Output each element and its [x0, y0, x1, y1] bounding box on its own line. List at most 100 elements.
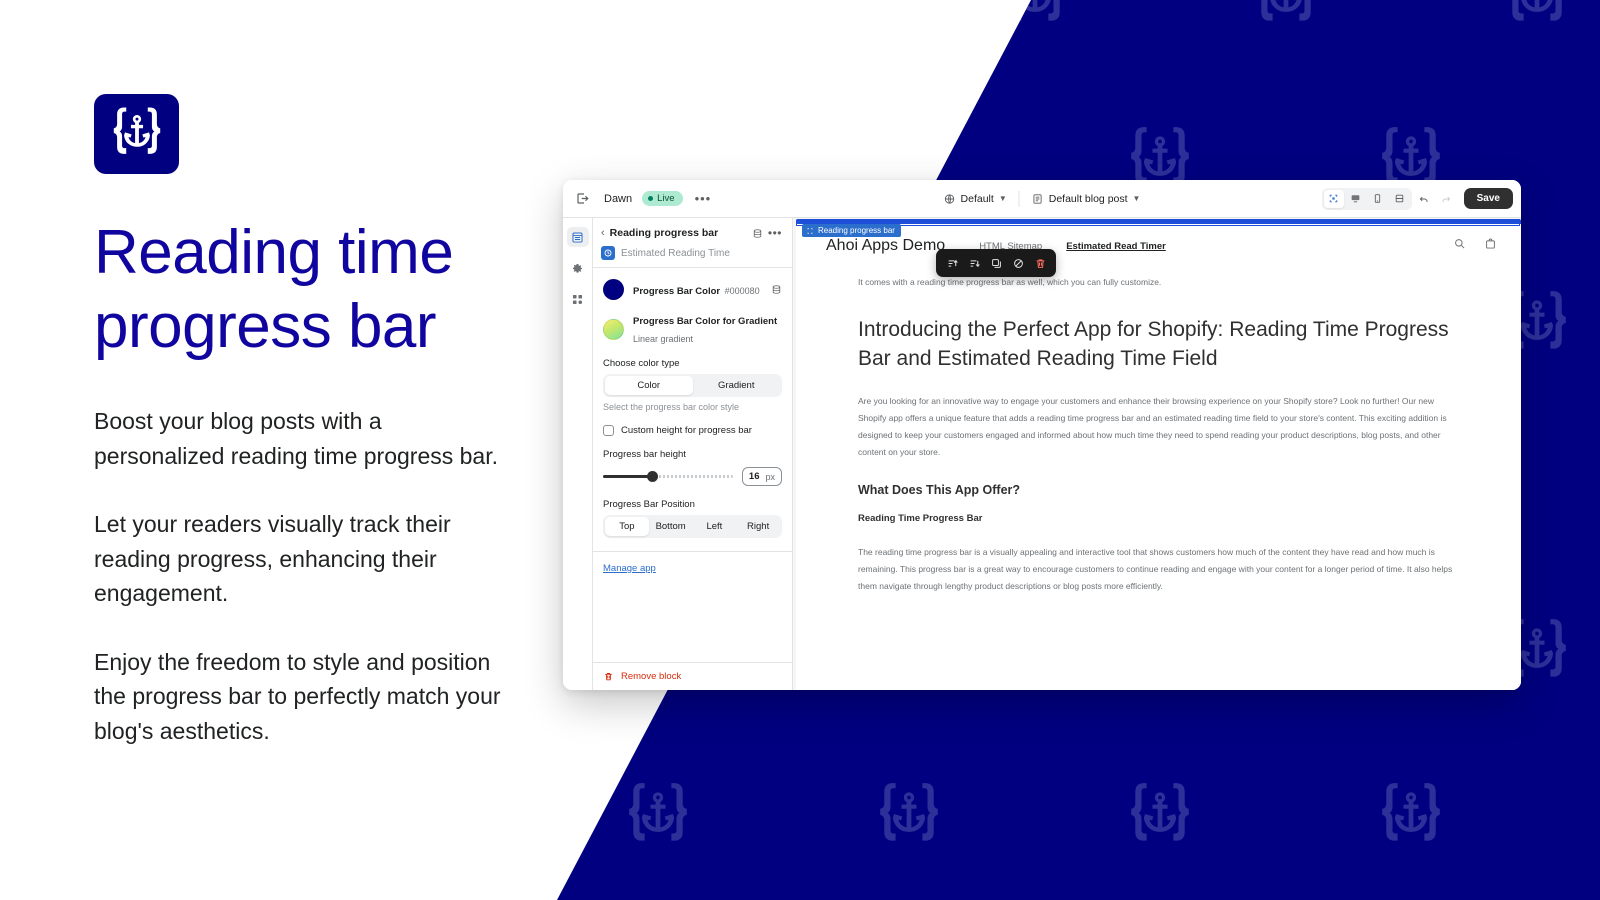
hide-icon[interactable] [1008, 254, 1028, 272]
height-slider[interactable] [603, 471, 733, 482]
save-button[interactable]: Save [1463, 188, 1513, 209]
chevron-left-icon[interactable]: ‹ [601, 227, 605, 239]
slider-handle[interactable] [647, 471, 659, 482]
headline-line-2: progress bar [94, 292, 437, 361]
nav-link-estimated-read-timer[interactable]: Estimated Read Timer [1066, 241, 1166, 252]
panel-title: Reading progress bar [609, 227, 719, 239]
editor-sidebar-rail [563, 218, 593, 690]
headline-line-1: Reading time [94, 218, 454, 287]
setting-value: Linear gradient [633, 334, 694, 344]
live-dot-icon [648, 196, 654, 201]
viewport-switcher [1321, 187, 1412, 210]
anchor-braces-watermark [1002, 0, 1068, 32]
undo-icon[interactable] [1414, 189, 1434, 209]
editor-topbar: Dawn Live ••• Default ▼ Default blog pos… [563, 180, 1521, 218]
anchor-braces-watermark [1127, 780, 1193, 852]
database-icon[interactable] [771, 284, 782, 295]
anchor-braces-watermark [876, 780, 942, 852]
move-up-icon[interactable] [942, 254, 962, 272]
editor-context-selectors: Default ▼ Default blog post ▼ [932, 190, 1153, 207]
storefront-header-icons [1453, 237, 1497, 255]
duplicate-icon[interactable] [986, 254, 1006, 272]
desktop-icon[interactable] [1346, 190, 1366, 208]
setting-label: Progress Bar Color for Gradient [633, 316, 778, 327]
mobile-icon[interactable] [1368, 190, 1388, 208]
inspector-icon[interactable] [1323, 189, 1344, 208]
setting-label: Progress Bar Color [633, 285, 721, 297]
blog-article: It comes with a reading time progress ba… [796, 255, 1521, 595]
position-option-right[interactable]: Right [736, 517, 780, 536]
anchor-braces-watermark [625, 780, 691, 852]
progress-bar-color-row[interactable]: Progress Bar Color #000080 [603, 279, 782, 300]
color-type-segmented-control: Color Gradient [603, 374, 782, 397]
slider-fill [603, 475, 653, 478]
database-icon[interactable] [752, 228, 763, 239]
preview-frame: Reading progress bar Ahoi Apps Demo HTML… [796, 219, 1521, 690]
custom-height-label: Custom height for progress bar [621, 425, 752, 436]
progress-bar-position-tabs: Top Bottom Left Right [603, 515, 782, 538]
anchor-braces-watermark [751, 0, 817, 32]
editor-body: ‹ Reading progress bar ••• Estimated Rea… [563, 218, 1521, 690]
block-settings-panel: ‹ Reading progress bar ••• Estimated Rea… [593, 218, 793, 690]
setting-value: #000080 [724, 285, 760, 296]
gradient-swatch[interactable] [603, 318, 624, 340]
progress-bar-height-label: Progress bar height [603, 449, 686, 460]
color-type-option-gradient[interactable]: Gradient [693, 376, 781, 395]
height-input[interactable]: 16 px [741, 467, 782, 486]
page-selector[interactable]: Default ▼ [932, 193, 1019, 205]
blog-post-icon [1033, 193, 1042, 204]
position-option-bottom[interactable]: Bottom [649, 517, 693, 536]
more-horizontal-icon[interactable]: ••• [768, 227, 782, 239]
redo-icon[interactable] [1436, 189, 1456, 209]
status-badge-label: Live [657, 193, 675, 204]
article-paragraph: Are you looking for an innovative way to… [858, 396, 1447, 457]
marketing-paragraph: Boost your blog posts with a personalize… [94, 408, 499, 469]
chevron-down-icon: ▼ [1132, 194, 1141, 203]
store-title[interactable]: Ahoi Apps Demo [826, 237, 945, 255]
ahoi-apps-logo [94, 94, 179, 174]
selected-block-tag[interactable]: Reading progress bar [802, 224, 901, 237]
custom-height-checkbox[interactable] [603, 425, 614, 436]
template-selector[interactable]: Default blog post ▼ [1020, 193, 1153, 205]
search-icon[interactable] [1453, 237, 1466, 255]
position-option-top[interactable]: Top [605, 517, 649, 536]
exit-icon[interactable] [575, 191, 590, 206]
color-settings: Progress Bar Color #000080 Progress Bar … [593, 268, 792, 538]
article-subsubheading: Reading Time Progress Bar [858, 513, 983, 524]
custom-height-checkbox-row[interactable]: Custom height for progress bar [603, 425, 782, 436]
anchor-braces-logo-icon [113, 107, 160, 154]
height-unit: px [765, 471, 775, 482]
color-type-option-color[interactable]: Color [605, 376, 693, 395]
color-swatch[interactable] [603, 279, 624, 300]
manage-app-link[interactable]: Manage app [593, 552, 792, 574]
settings-gear-icon[interactable] [567, 258, 589, 278]
progress-bar-gradient-color-row[interactable]: Progress Bar Color for Gradient Linear g… [603, 311, 782, 347]
selected-block-tag-label: Reading progress bar [818, 226, 895, 235]
marketing-paragraph: Let your readers visually track their re… [94, 511, 451, 606]
status-badge: Live [642, 191, 683, 206]
block-floating-toolbar [936, 249, 1056, 277]
cart-icon[interactable] [1484, 237, 1497, 255]
delete-icon[interactable] [1030, 254, 1050, 272]
store-preview: Reading progress bar Ahoi Apps Demo HTML… [793, 218, 1521, 690]
article-heading: Introducing the Perfect App for Shopify:… [858, 318, 1449, 370]
app-embeds-icon[interactable] [567, 289, 589, 309]
template-selector-label: Default blog post [1048, 192, 1128, 205]
more-horizontal-icon[interactable]: ••• [695, 192, 712, 205]
position-option-left[interactable]: Left [693, 517, 737, 536]
fullscreen-icon[interactable] [1390, 190, 1410, 208]
sections-icon[interactable] [566, 227, 589, 247]
move-down-icon[interactable] [964, 254, 984, 272]
panel-content: Progress Bar Color #000080 Progress Bar … [593, 268, 792, 662]
remove-block-button[interactable]: Remove block [593, 662, 792, 690]
anchor-braces-watermark [557, 0, 566, 32]
page-selector-label: Default [960, 192, 994, 205]
article-subheading: What Does This App Offer? [858, 483, 1021, 497]
color-type-label: Choose color type [603, 358, 680, 369]
marketing-body: Boost your blog posts with a personalize… [94, 404, 514, 748]
editor-topbar-actions: Save [1321, 187, 1513, 210]
theme-editor-screenshot: Dawn Live ••• Default ▼ Default blog pos… [563, 180, 1521, 690]
page-title: Reading time progress bar [94, 216, 514, 364]
height-value: 16 [748, 471, 760, 482]
storefront-header: Ahoi Apps Demo HTML Sitemap Estimated Re… [796, 224, 1521, 255]
